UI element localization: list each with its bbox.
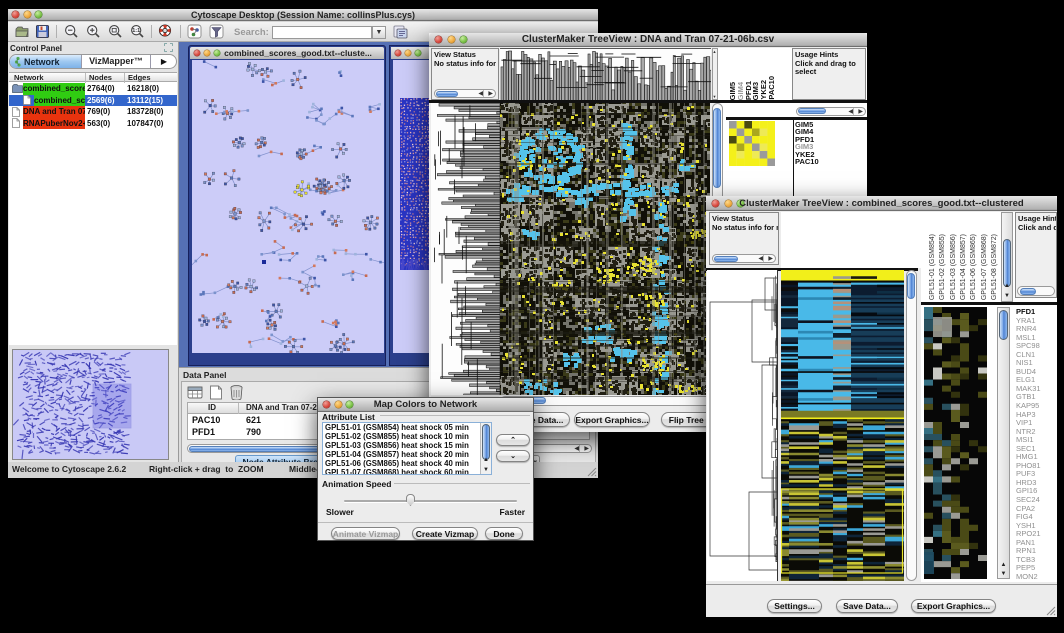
- svg-text:1:1: 1:1: [132, 28, 140, 34]
